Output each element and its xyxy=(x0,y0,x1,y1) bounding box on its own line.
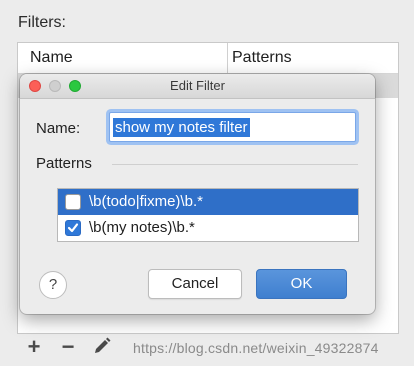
dialog-titlebar[interactable]: Edit Filter xyxy=(20,74,375,99)
pattern-checkbox[interactable] xyxy=(65,194,81,210)
pencil-icon xyxy=(95,337,111,353)
patterns-section-label: Patterns xyxy=(36,155,92,172)
filters-label: Filters: xyxy=(18,14,66,31)
checkmark-icon xyxy=(67,223,79,233)
pattern-text: \b(todo|fixme)\b.* xyxy=(89,193,203,210)
add-filter-button[interactable]: + xyxy=(23,336,45,358)
cancel-button[interactable]: Cancel xyxy=(148,269,242,299)
remove-filter-button[interactable]: − xyxy=(57,336,79,358)
patterns-divider xyxy=(112,164,358,165)
filters-table-header: Name Patterns xyxy=(18,43,398,74)
pattern-checkbox-checked[interactable] xyxy=(65,220,81,236)
name-label: Name: xyxy=(36,120,81,137)
edit-filter-button[interactable] xyxy=(91,336,113,358)
plus-icon: + xyxy=(27,334,41,359)
name-input[interactable]: show my notes filter xyxy=(109,112,356,142)
ok-button[interactable]: OK xyxy=(256,269,347,299)
column-header-patterns[interactable]: Patterns xyxy=(232,49,292,67)
pattern-row-todo-fixme[interactable]: \b(todo|fixme)\b.* xyxy=(58,189,358,215)
name-input-value: show my notes filter xyxy=(113,118,250,137)
column-header-name[interactable]: Name xyxy=(30,49,73,67)
help-button[interactable]: ? xyxy=(39,271,67,299)
patterns-list: \b(todo|fixme)\b.* \b(my notes)\b.* xyxy=(57,188,359,242)
pattern-row-my-notes[interactable]: \b(my notes)\b.* xyxy=(58,215,358,241)
watermark-url: https://blog.csdn.net/weixin_49322874 xyxy=(133,340,379,356)
minus-icon: − xyxy=(61,334,75,359)
pattern-text: \b(my notes)\b.* xyxy=(89,219,195,236)
edit-filter-dialog: Edit Filter Name: show my notes filter P… xyxy=(20,74,375,314)
dialog-title: Edit Filter xyxy=(170,78,225,93)
column-divider xyxy=(227,43,228,73)
